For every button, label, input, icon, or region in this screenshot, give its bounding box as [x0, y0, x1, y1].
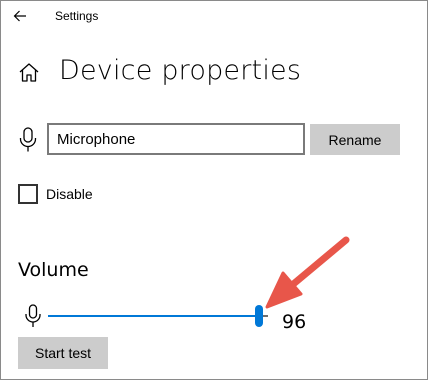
microphone-icon	[19, 127, 37, 152]
home-icon[interactable]	[17, 61, 41, 85]
start-test-button[interactable]: Start test	[18, 337, 108, 369]
disable-checkbox[interactable]: Disable	[18, 184, 93, 204]
disable-label: Disable	[46, 186, 93, 202]
device-name-input[interactable]	[47, 123, 305, 155]
back-button[interactable]	[9, 5, 31, 27]
volume-value: 96	[282, 311, 307, 333]
volume-slider[interactable]	[48, 303, 268, 331]
back-arrow-icon	[13, 10, 26, 22]
settings-window: Settings Device properties Rename Disabl…	[0, 0, 428, 380]
slider-fill	[48, 315, 260, 317]
page-title: Device properties	[59, 55, 302, 86]
microphone-icon	[25, 304, 41, 327]
app-title: Settings	[55, 9, 99, 23]
slider-thumb[interactable]	[255, 305, 264, 327]
volume-heading: Volume	[18, 259, 89, 281]
checkbox-box[interactable]	[18, 184, 38, 204]
rename-button[interactable]: Rename	[310, 124, 400, 155]
